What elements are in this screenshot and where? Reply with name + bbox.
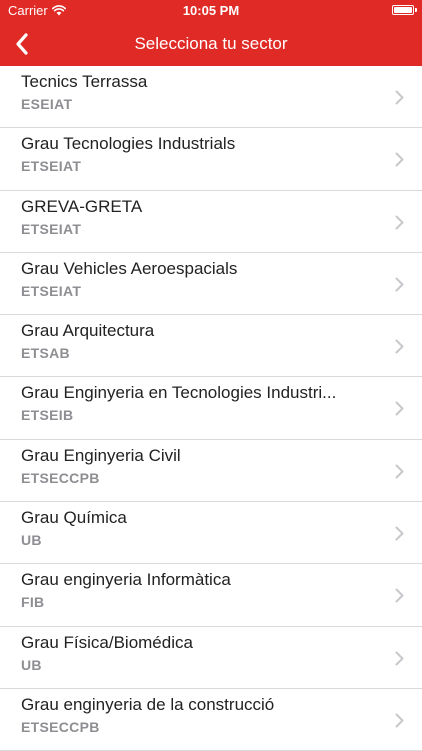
- sector-list-item[interactable]: Grau Tecnologies Industrials ETSEIAT: [0, 128, 422, 191]
- sector-school: ETSEIB: [21, 407, 74, 424]
- chevron-left-icon: [16, 33, 28, 55]
- sector-school: ESEIAT: [21, 96, 73, 112]
- sector-list-item[interactable]: Grau Enginyeria en Tecnologies Industri.…: [0, 377, 422, 440]
- sector-title: Grau Física/Biomédica: [21, 632, 193, 652]
- back-button[interactable]: [0, 22, 44, 66]
- sector-school: ETSECCPB: [21, 469, 100, 486]
- sector-school: ETSEIAT: [21, 220, 82, 237]
- chevron-right-icon: [395, 588, 404, 603]
- nav-bar: Selecciona tu sector: [0, 22, 422, 66]
- sector-title: Tecnics Terrassa: [21, 72, 148, 91]
- sector-title: Grau Vehicles Aeroespacials: [21, 258, 238, 278]
- sector-title: Grau Química: [21, 508, 127, 528]
- battery-tip: [415, 8, 417, 12]
- chevron-right-icon: [395, 152, 404, 167]
- sector-list: Tecnics Terrassa ESEIAT Grau Tecnologies I…: [0, 66, 422, 751]
- chevron-right-icon: [395, 90, 404, 105]
- chevron-right-icon: [395, 277, 404, 292]
- sector-school: ETSECCPB: [21, 718, 100, 735]
- sector-title: Grau Arquitectura: [21, 321, 155, 341]
- chevron-right-icon: [395, 215, 404, 230]
- sector-school: ETSEIAT: [21, 282, 82, 299]
- sector-title: Grau Enginyeria en Tecnologies Industri.…: [21, 383, 337, 403]
- page-title: Selecciona tu sector: [134, 34, 288, 53]
- chevron-right-icon: [395, 713, 404, 728]
- chevron-right-icon: [395, 464, 404, 479]
- sector-list-item[interactable]: Grau Física/Biomédica UB: [0, 627, 422, 689]
- sector-school: UB: [21, 532, 42, 549]
- header: Carrier 10:05 PM Selecciona tu sector: [0, 0, 422, 66]
- sector-list-item[interactable]: GREVA-GRETA ETSEIAT: [0, 191, 422, 253]
- sector-list-item[interactable]: Tecnics Terrassa ESEIAT: [0, 66, 422, 129]
- sector-school: FIB: [21, 594, 45, 611]
- chevron-right-icon: [395, 339, 404, 354]
- status-time: 10:05 PM: [182, 3, 240, 18]
- sector-title: Grau Tecnologies Industrials: [21, 134, 236, 154]
- sector-school: ETSAB: [21, 345, 70, 362]
- battery-icon: [392, 5, 414, 15]
- sector-list-item[interactable]: Grau enginyeria de la construcció ETSECCP…: [0, 689, 422, 751]
- chevron-right-icon: [395, 526, 404, 541]
- sector-school: UB: [21, 656, 42, 673]
- sector-list-item[interactable]: Grau enginyeria Informàtica FIB: [0, 564, 422, 627]
- chevron-right-icon: [395, 651, 404, 666]
- sector-list-item[interactable]: Grau Enginyeria Civil ETSECCPB: [0, 440, 422, 503]
- sector-title: GREVA-GRETA: [21, 196, 143, 216]
- sector-title: Grau enginyeria Informàtica: [21, 570, 231, 590]
- sector-title: Grau enginyeria de la construcció: [21, 694, 275, 714]
- chevron-right-icon: [395, 401, 404, 416]
- battery-level: [394, 7, 412, 13]
- sector-school: ETSEIAT: [21, 158, 82, 175]
- status-bar: Carrier 10:05 PM: [0, 0, 422, 22]
- sector-title: Grau Enginyeria Civil: [21, 445, 181, 465]
- sector-list-item[interactable]: Grau Química UB: [0, 502, 422, 565]
- sector-list-item[interactable]: Grau Vehicles Aeroespacials ETSEIAT: [0, 253, 422, 316]
- sector-list-item[interactable]: Grau Arquitectura ETSAB: [0, 315, 422, 378]
